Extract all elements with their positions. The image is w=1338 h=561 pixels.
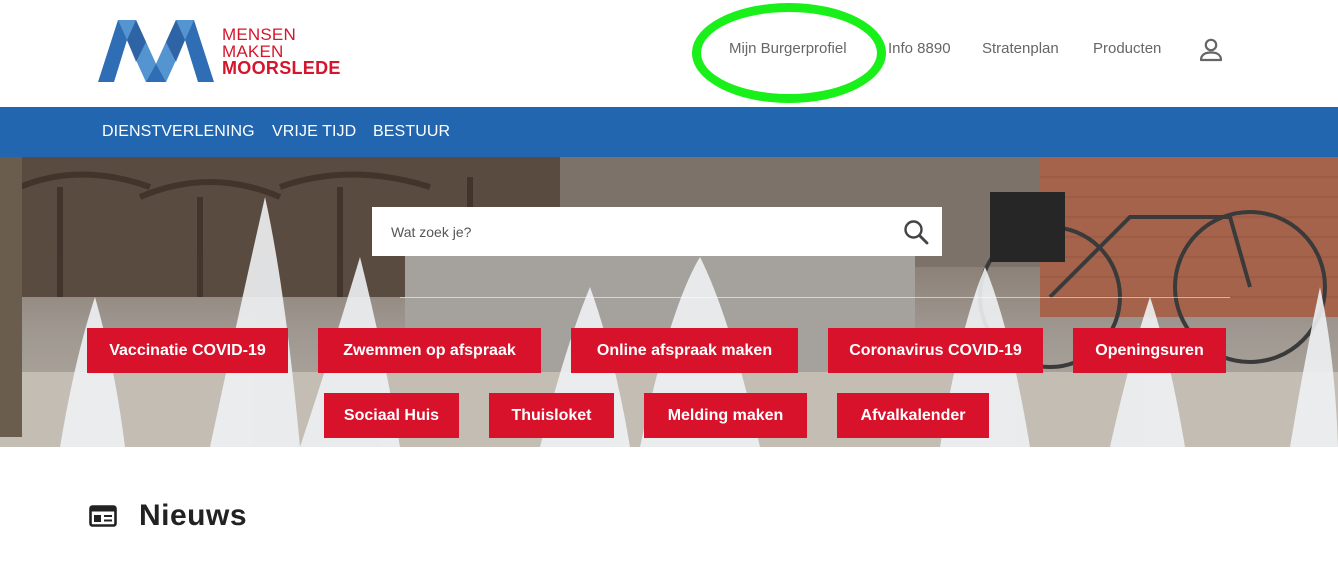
topnav-stratenplan[interactable]: Stratenplan (982, 38, 1059, 60)
quicklink-sociaal-huis[interactable]: Sociaal Huis (324, 393, 459, 438)
quicklink-melding-maken[interactable]: Melding maken (644, 393, 807, 438)
site-header: MENSEN MAKEN MOORSLEDE Mijn Burgerprofie… (0, 0, 1338, 107)
mainnav-dienstverlening[interactable]: DIENSTVERLENING (102, 123, 255, 141)
quicklink-coronavirus-covid-19[interactable]: Coronavirus COVID-19 (828, 328, 1043, 373)
search-bar (372, 207, 942, 256)
topnav-producten[interactable]: Producten (1093, 38, 1161, 60)
quicklink-vaccinatie-covid-19[interactable]: Vaccinatie COVID-19 (87, 328, 288, 373)
topnav-mijn-burgerprofiel[interactable]: Mijn Burgerprofiel (729, 38, 847, 60)
quicklink-zwemmen-op-afspraak[interactable]: Zwemmen op afspraak (318, 328, 541, 373)
user-icon[interactable] (1198, 37, 1224, 63)
top-navigation: Mijn Burgerprofiel Info 8890 Stratenplan… (0, 38, 1338, 62)
topnav-info-8890[interactable]: Info 8890 (888, 38, 951, 60)
newspaper-icon (89, 505, 117, 527)
main-navigation: DIENSTVERLENING VRIJE TIJD BESTUUR (0, 107, 1338, 157)
logo-line-3: MOORSLEDE (222, 58, 341, 78)
mainnav-vrije-tijd[interactable]: VRIJE TIJD (272, 123, 356, 141)
hero-divider (400, 297, 1230, 298)
search-input[interactable] (372, 207, 892, 256)
hero-banner: Vaccinatie COVID-19 Zwemmen op afspraak … (0, 157, 1338, 447)
quicklink-openingsuren[interactable]: Openingsuren (1073, 328, 1226, 373)
quicklink-thuisloket[interactable]: Thuisloket (489, 393, 614, 438)
quicklink-afvalkalender[interactable]: Afvalkalender (837, 393, 989, 438)
news-section-title: Nieuws (139, 499, 248, 532)
mainnav-bestuur[interactable]: BESTUUR (373, 123, 450, 141)
search-icon[interactable] (902, 218, 930, 246)
quicklink-online-afspraak-maken[interactable]: Online afspraak maken (571, 328, 798, 373)
